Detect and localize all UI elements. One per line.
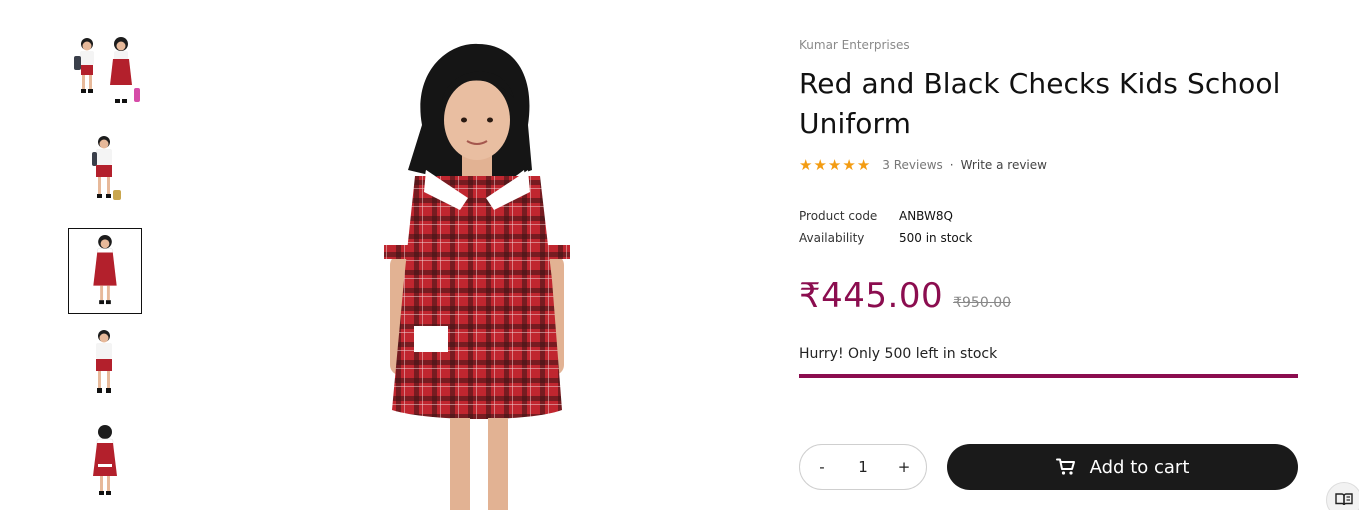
quantity-increase-button[interactable]: + <box>896 458 912 476</box>
quantity-stepper: - + <box>799 444 927 490</box>
reader-mode-button[interactable] <box>1326 482 1359 510</box>
star-icon: ★ <box>813 156 827 174</box>
vendor-name[interactable]: Kumar Enterprises <box>799 38 910 52</box>
sale-price: ₹445.00 <box>799 276 944 316</box>
write-review-link[interactable]: Write a review <box>961 158 1047 172</box>
cart-icon <box>1055 458 1076 476</box>
book-reader-icon <box>1335 491 1353 510</box>
star-rating: ★ ★ ★ ★ ★ <box>799 157 870 173</box>
product-code-label: Product code <box>799 209 878 223</box>
product-meta: Product code ANBW8Q Availability 500 in … <box>799 205 972 249</box>
stock-progress-fill <box>799 374 1298 378</box>
thumbnail-1[interactable] <box>68 30 142 116</box>
star-icon: ★ <box>827 156 842 174</box>
thumbnail-3-image <box>93 235 117 305</box>
compare-price: ₹950.00 <box>953 295 1012 311</box>
separator: · <box>949 158 954 172</box>
price-row: ₹445.00 ₹950.00 <box>799 276 1011 316</box>
thumbnail-4-image <box>96 330 112 393</box>
thumbnail-2[interactable] <box>68 130 142 216</box>
thumbnail-4[interactable] <box>68 324 142 410</box>
thumbnail-5[interactable] <box>68 420 142 506</box>
thumbnail-5-image <box>93 425 117 495</box>
thumbnail-2-image <box>92 136 121 200</box>
product-code-row: Product code ANBW8Q <box>799 205 972 227</box>
add-to-cart-button[interactable]: Add to cart <box>947 444 1298 490</box>
availability-label: Availability <box>799 231 865 245</box>
product-code-value: ANBW8Q <box>899 209 953 223</box>
product-title: Red and Black Checks Kids School Uniform <box>799 67 1281 140</box>
stock-message: Hurry! Only 500 left in stock <box>799 346 998 362</box>
availability-row: Availability 500 in stock <box>799 227 972 249</box>
star-icon: ★ <box>799 156 813 174</box>
rating-row: ★ ★ ★ ★ ★ 3 Reviews · Write a review <box>799 157 1047 173</box>
add-to-cart-label: Add to cart <box>1089 456 1190 478</box>
main-product-image[interactable] <box>300 30 660 510</box>
reviews-count-link[interactable]: 3 Reviews <box>882 158 943 172</box>
thumbnail-1-image <box>74 37 140 103</box>
thumbnail-3[interactable] <box>68 228 142 314</box>
star-icon: ★ <box>856 156 871 174</box>
availability-value: 500 in stock <box>899 231 973 245</box>
girl-uniform-illustration <box>382 43 572 510</box>
quantity-input[interactable] <box>848 458 878 476</box>
star-icon: ★ <box>842 156 856 174</box>
quantity-decrease-button[interactable]: - <box>814 458 830 476</box>
stock-progress-bar <box>799 374 1298 378</box>
